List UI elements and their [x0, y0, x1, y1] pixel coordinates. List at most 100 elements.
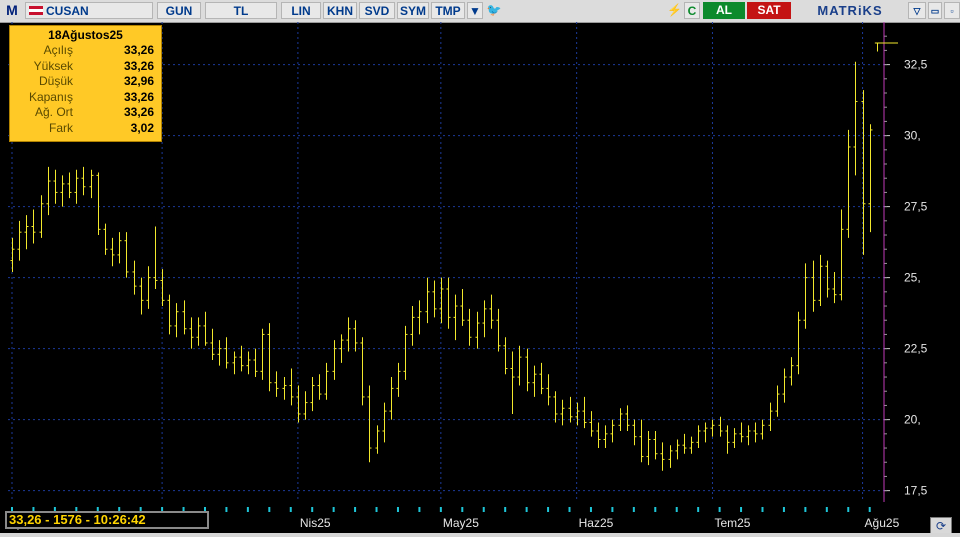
- ohlc-bar: [403, 325, 408, 380]
- ohlc-bar: [517, 345, 522, 386]
- info-value: 33,26: [123, 105, 154, 119]
- ohlc-bar: [668, 445, 673, 468]
- ohlc-bar: [632, 419, 637, 446]
- ohlc-bar: [811, 260, 816, 312]
- ohlc-bar: [796, 311, 801, 375]
- x-day-tick: [782, 507, 785, 512]
- ohlc-bar: [732, 428, 737, 449]
- ohlc-bar: [682, 433, 687, 454]
- x-tick-label: Tem25: [714, 516, 750, 530]
- ohlc-bar: [839, 209, 844, 301]
- ohlc-bar: [432, 280, 437, 318]
- x-day-tick: [632, 507, 635, 512]
- info-row-low: Düşük 32,96: [10, 74, 161, 90]
- info-label: Düşük: [38, 74, 73, 88]
- ohlc-bar: [846, 129, 851, 238]
- ohlc-bar: [260, 328, 265, 380]
- ohlc-bar: [775, 385, 780, 417]
- ohlc-bar: [189, 317, 194, 349]
- info-date: 18Ağustos25: [48, 28, 123, 42]
- ohlc-bar: [303, 391, 308, 420]
- ohlc-bar: [210, 328, 215, 360]
- x-tick-label: Ağu25: [865, 516, 900, 530]
- ohlc-bar: [782, 368, 787, 403]
- info-label: Kapanış: [28, 89, 73, 104]
- ohlc-bar: [367, 385, 372, 463]
- x-day-tick: [847, 507, 850, 512]
- ohlc-bar: [439, 277, 444, 324]
- x-day-tick: [568, 507, 571, 512]
- x-day-tick: [246, 507, 249, 512]
- x-day-tick: [654, 507, 657, 512]
- y-axis: 17,5 20, 22,5 25, 27,5 30, 32,5: [874, 22, 928, 502]
- ohlc-bar: [610, 419, 615, 443]
- info-row-close: Kapanış 33,26: [10, 90, 161, 106]
- ohlc-bar: [246, 351, 251, 375]
- ohlc-bar: [174, 303, 179, 338]
- x-day-tick: [718, 507, 721, 512]
- ohlc-bar: [532, 365, 537, 397]
- ohlc-bar: [739, 422, 744, 443]
- ohlc-bar: [239, 345, 244, 372]
- ohlc-bar: [575, 402, 580, 426]
- y-tick-label: 17,5: [904, 484, 928, 498]
- ohlc-bar: [182, 300, 187, 335]
- x-day-tick: [740, 507, 743, 512]
- x-day-tick: [439, 507, 442, 512]
- ohlc-bar: [417, 300, 422, 335]
- ohlc-bar: [710, 419, 715, 437]
- x-day-tick: [697, 507, 700, 512]
- y-tick-label: 25,: [904, 271, 921, 285]
- info-value: 33,26: [123, 43, 154, 57]
- ohlc-bar: [825, 260, 830, 298]
- ohlc-bar: [110, 237, 115, 267]
- ohlc-bar: [232, 351, 237, 375]
- ohlc-bar: [267, 323, 272, 392]
- x-day-tick: [482, 507, 485, 512]
- x-day-tick: [268, 507, 271, 512]
- ohlc-bar: [96, 172, 101, 236]
- ohlc-bar: [375, 425, 380, 454]
- ohlc-bar: [596, 422, 601, 449]
- ohlc-bar: [425, 277, 430, 324]
- ohlc-bar: [646, 430, 651, 466]
- ohlc-bar: [753, 422, 758, 443]
- ohlc-bar: [296, 385, 301, 423]
- info-value: 33,26: [123, 58, 154, 73]
- x-day-tick: [375, 507, 378, 512]
- info-value: 3,02: [130, 120, 154, 135]
- ohlc-bar: [196, 317, 201, 346]
- ohlc-bar: [853, 61, 858, 176]
- ohlc-bar: [818, 254, 823, 307]
- ohlc-bar: [353, 320, 358, 352]
- ohlc-bar: [568, 396, 573, 423]
- horizontal-scrollbar[interactable]: [0, 533, 960, 537]
- y-tick-label: 30,: [904, 129, 921, 143]
- ohlc-bar: [117, 232, 122, 264]
- y-tick-label: 32,5: [904, 58, 928, 72]
- ohlc-bar: [339, 334, 344, 363]
- ohlc-bar: [675, 439, 680, 460]
- ohlc-bar: [310, 377, 315, 412]
- ohlc-bar: [446, 277, 451, 329]
- x-day-tick: [332, 507, 335, 512]
- ohlc-bar: [410, 306, 415, 346]
- y-tick-label: 22,5: [904, 342, 928, 356]
- ohlc-bar: [24, 215, 29, 250]
- ohlc-bar: [124, 232, 129, 278]
- ohlc-bar: [453, 294, 458, 341]
- ohlc-bar: [324, 362, 329, 400]
- ohlc-bar: [31, 209, 36, 244]
- x-day-tick: [761, 507, 764, 512]
- ohlc-bar: [289, 368, 294, 406]
- ohlc-bar: [832, 271, 837, 304]
- ohlc-bar: [868, 124, 873, 233]
- x-day-tick: [547, 507, 550, 512]
- info-row-diff: Fark 3,02: [10, 121, 161, 137]
- x-tick-label: Haz25: [579, 516, 614, 530]
- x-day-tick: [589, 507, 592, 512]
- info-value: 32,96: [123, 74, 154, 88]
- ohlc-bar: [582, 396, 587, 429]
- ohlc-bar: [81, 166, 86, 196]
- x-day-tick: [396, 507, 399, 512]
